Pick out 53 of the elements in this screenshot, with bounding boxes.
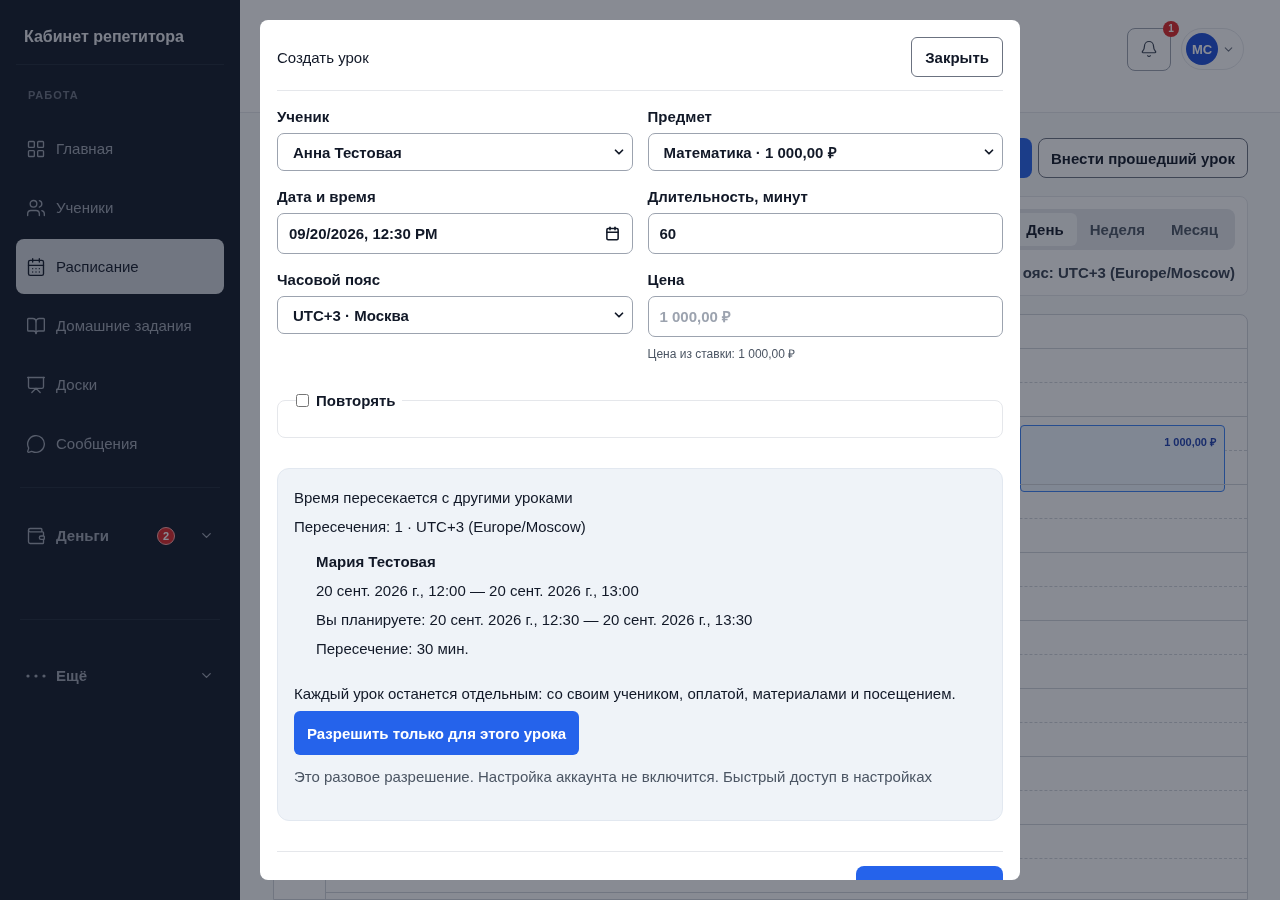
field-label: Дата и время — [277, 188, 377, 205]
wallet-icon — [26, 525, 46, 546]
nav-item[interactable]: Главная — [16, 121, 224, 176]
more-icon — [26, 673, 46, 678]
select-field[interactable]: Математика · 1 000,00 ₽ — [647, 133, 1003, 171]
select-field[interactable]: Анна Тестовая — [277, 133, 633, 171]
view-tab[interactable]: Месяц — [1158, 213, 1231, 246]
view-tab[interactable]: Неделя — [1076, 213, 1159, 246]
nav-item[interactable]: Сообщения — [16, 416, 224, 471]
footnote: Это разовое разрешение. Настройка аккаунта не включится. Быстрый доступ в настройках — [294, 768, 934, 785]
field-label: Часовой пояс — [277, 271, 382, 288]
nav-item[interactable]: Расписание — [16, 239, 224, 294]
conflict-summary: Пересечения: 1 · UTC+3 (Europe/Moscow) — [294, 518, 587, 535]
secondary-button[interactable]: Внести прошедший урок — [1038, 138, 1248, 178]
calendar-event[interactable]: 1 000,00 ₽ — [1020, 425, 1225, 492]
field-label: Предмет — [647, 108, 713, 125]
datetime-field[interactable]: 09/20/2026, 12:30 PM — [277, 213, 633, 254]
field-hint: Цена из ставки: 1 000,00 ₽ — [647, 346, 797, 362]
calendar-icon — [26, 256, 46, 277]
overlap-text: Пересечение: 30 мин. — [315, 640, 470, 657]
field-label: Цена — [647, 271, 686, 288]
users-icon — [26, 197, 46, 218]
nav-item[interactable]: Домашние задания — [16, 298, 224, 353]
notification-badge: 1 — [1163, 20, 1179, 37]
timezone-note: ояс: UTC+3 (Europe/Moscow) — [1022, 264, 1235, 281]
nav-item[interactable]: Деньги 2 — [16, 508, 224, 563]
grid-icon — [26, 138, 46, 159]
book-icon — [26, 315, 46, 336]
bell-icon — [1140, 40, 1158, 58]
conflict-note: Каждый урок останется отдельным: со своим учеником, оплатой, материалами и посещением. — [294, 685, 957, 702]
count-badge: 2 — [156, 526, 175, 545]
repeat-checkbox[interactable] — [296, 394, 309, 407]
nav-item[interactable]: Доски — [16, 357, 224, 412]
input-field[interactable]: 1 000,00 ₽ — [647, 296, 1003, 337]
lesson-time: 20 сент. 2026 г., 12:00 — 20 сент. 2026 г., 13:00 — [315, 582, 640, 599]
nav-item[interactable]: Ещё — [16, 648, 224, 703]
nav-item[interactable]: Ученики — [16, 180, 224, 235]
student-name: Мария Тестовая — [315, 553, 437, 570]
board-icon — [26, 374, 46, 395]
dialog-title: Создать урок — [277, 48, 369, 66]
checkbox-label: Повторять — [316, 392, 396, 409]
allow-button[interactable]: Разрешить только для этого урока — [294, 711, 580, 755]
app-title: Кабинет репетитора — [16, 0, 224, 65]
planned-time: Вы планируете: 20 сент. 2026 г., 12:30 — 20 сент. 2026 г., 13:30 — [315, 611, 754, 628]
chat-icon — [26, 433, 46, 454]
calendar-icon — [604, 226, 620, 241]
avatar: МС — [1186, 33, 1218, 65]
close-button[interactable]: Закрыть — [911, 37, 1003, 77]
conflict-title: Время пересекается с другими уроками — [294, 489, 574, 506]
select-field[interactable]: UTC+3 · Москва — [277, 296, 633, 334]
input-field[interactable]: 60 — [647, 213, 1003, 254]
field-label: Ученик — [277, 108, 331, 125]
field-label: Длительность, минут — [647, 188, 809, 205]
